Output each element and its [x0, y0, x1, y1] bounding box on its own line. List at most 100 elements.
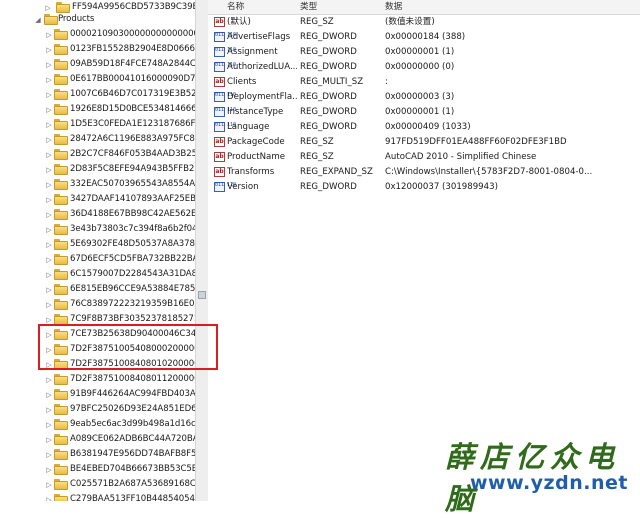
registry-value-row[interactable]: ab (默认) REG_SZ (数值未设置) [208, 15, 640, 30]
tree-item[interactable]: ▷ 28472A6C1196E883A975FC8B [0, 132, 195, 147]
expand-arrow-icon[interactable]: ▷ [45, 406, 53, 414]
folder-icon [54, 44, 68, 55]
column-header-name[interactable]: 名称 [227, 1, 244, 13]
tree-item[interactable]: ▷ 76C838972223219359B16E06 [0, 297, 195, 312]
tree-item[interactable]: ▷ 1007C6B46D7C017319E3B52C [0, 87, 195, 102]
tree-scrollbar[interactable] [195, 0, 208, 501]
folder-icon [54, 239, 68, 250]
value-name: AuthorizedLUA... [227, 62, 297, 72]
expand-arrow-icon[interactable]: ▷ [45, 301, 53, 309]
expand-arrow-icon[interactable]: ▷ [45, 241, 53, 249]
expand-arrow-icon[interactable]: ▷ [45, 286, 53, 294]
value-name: DeploymentFla... [227, 92, 297, 102]
registry-value-row[interactable]: 011 110 Version REG_DWORD 0x12000037 (30198… [208, 180, 640, 195]
tree-item-label: 0E617BB00041016000090D7 [70, 74, 195, 84]
registry-value-row[interactable]: 011 110 Assignment REG_DWORD 0x00000001 (1) [208, 45, 640, 60]
tree-item[interactable]: ▷ BE4EBED704B66673BB53C5BE [0, 462, 195, 477]
expand-arrow-icon[interactable]: ▷ [44, 4, 52, 12]
expand-arrow-icon[interactable]: ▷ [45, 181, 53, 189]
value-name: PackageCode [227, 137, 285, 147]
expand-arrow-icon[interactable]: ▷ [45, 496, 53, 501]
tree-item[interactable]: ▷ B6381947E956DD74BAFB8F57 [0, 447, 195, 462]
tree-item[interactable]: ▷ C279BAA513FF10B44854054C8 [0, 492, 195, 501]
expand-arrow-icon[interactable]: ▷ [45, 61, 53, 69]
expand-arrow-icon[interactable]: ▷ [45, 481, 53, 489]
expand-arrow-icon[interactable]: ▷ [45, 46, 53, 54]
tree-item-products[interactable]: ◢ Products [0, 12, 195, 27]
tree-item-label: 3427DAAF14107893AAF25EB6 [70, 194, 195, 204]
column-header-type[interactable]: 类型 [300, 1, 317, 13]
expand-arrow-icon[interactable]: ▷ [45, 121, 53, 129]
expand-arrow-icon[interactable]: ▷ [45, 151, 53, 159]
expand-arrow-icon[interactable]: ▷ [45, 31, 53, 39]
tree-item-label: 6E815EB96CCE9A53884E7857 [70, 284, 195, 294]
expand-arrow-icon[interactable]: ▷ [45, 106, 53, 114]
expand-arrow-icon[interactable]: ▷ [45, 271, 53, 279]
tree-item-label: 28472A6C1196E883A975FC8B [70, 134, 195, 144]
value-type: REG_DWORD [300, 62, 357, 72]
expand-arrow-icon[interactable]: ▷ [45, 166, 53, 174]
expand-arrow-icon[interactable]: ▷ [45, 421, 53, 429]
tree-item[interactable]: ▷ 97BFC25026D93E24A851ED66 [0, 402, 195, 417]
registry-value-row[interactable]: 011 110 AdvertiseFlags REG_DWORD 0x00000184… [208, 30, 640, 45]
registry-value-row[interactable]: ab ProductName REG_SZ AutoCAD 2010 - Simpli… [208, 150, 640, 165]
folder-icon [54, 299, 68, 310]
tree-item[interactable]: ▷ 09AB59D18F4FCE748A2844C1 [0, 57, 195, 72]
tree-item[interactable]: ▷ 3427DAAF14107893AAF25EB6 [0, 192, 195, 207]
column-header-data[interactable]: 数据 [385, 1, 402, 13]
tree-item[interactable]: ▷ 9eab5ec6ac3d99b498a1d16c1 [0, 417, 195, 432]
tree-item[interactable]: ▷ A089CE062ADB6BC44A720BA [0, 432, 195, 447]
expand-arrow-icon[interactable]: ▷ [45, 436, 53, 444]
expand-arrow-icon[interactable]: ▷ [45, 136, 53, 144]
registry-value-row[interactable]: 011 110 DeploymentFla... REG_DWORD 0x000000… [208, 90, 640, 105]
expand-arrow-icon[interactable]: ▷ [45, 451, 53, 459]
folder-icon [54, 269, 68, 280]
tree-item[interactable]: ▷ 3e43b73803c7c394f8a6b2f04 [0, 222, 195, 237]
registry-value-row[interactable]: 011 110 InstanceType REG_DWORD 0x00000001 (… [208, 105, 640, 120]
expand-arrow-icon[interactable]: ▷ [45, 466, 53, 474]
registry-value-row[interactable]: 011 110 AuthorizedLUA... REG_DWORD 0x000000… [208, 60, 640, 75]
string-value-icon: ab [214, 17, 225, 27]
tree-item[interactable]: ▷ 5E69302FE48D50537A8A3785 [0, 237, 195, 252]
expand-arrow-icon[interactable]: ▷ [45, 376, 53, 384]
tree-item[interactable]: ▷ 332EAC50703965543A8554A7 [0, 177, 195, 192]
registry-value-row[interactable]: 011 110 Language REG_DWORD 0x00000409 (1033… [208, 120, 640, 135]
expand-arrow-icon[interactable]: ▷ [45, 76, 53, 84]
registry-value-row[interactable]: ab Clients REG_MULTI_SZ: [208, 75, 640, 90]
scrollbar-thumb[interactable] [198, 291, 206, 299]
tree-item[interactable]: ▷ C025571B2A687A53689168CD [0, 477, 195, 492]
registry-key-tree: ▷ FF594A9956CBD5733B9C39E4E ◢ Products ▷… [0, 0, 195, 501]
tree-item[interactable]: ▷ 1D5E3C0FEDA1E123187686FE [0, 117, 195, 132]
folder-icon [54, 494, 68, 501]
expand-arrow-icon[interactable]: ▷ [45, 211, 53, 219]
folder-icon [54, 149, 68, 160]
tree-item[interactable]: ▷ 1926E8D15D0BCE5348146661 [0, 102, 195, 117]
registry-value-row[interactable]: ab Transforms REG_EXPAND_SZ C:\Windows\Inst… [208, 165, 640, 180]
tree-item[interactable]: ▷ 2B2C7CF846F053B4AAD3B250 [0, 147, 195, 162]
tree-item[interactable]: ▷ 91B9F446264AC994FBD403A0 [0, 387, 195, 402]
tree-item[interactable]: ▷ 6C1579007D2284543A31DA84 [0, 267, 195, 282]
tree-item[interactable]: ▷ 0123FB15528B2904E8D0666D9 [0, 42, 195, 57]
tree-item[interactable]: ▷ 6E815EB96CCE9A53884E7857 [0, 282, 195, 297]
value-data: 0x00000003 (3) [385, 92, 455, 102]
expand-arrow-icon[interactable]: ▷ [45, 391, 53, 399]
folder-icon [54, 89, 68, 100]
folder-icon [54, 449, 68, 460]
value-type: REG_SZ [300, 17, 334, 27]
tree-item-label: 2D83F5C8EFE94A943B5FFB23 [70, 164, 195, 174]
tree-item-label: 67D6ECF5CD5FBA732BB22BA [70, 254, 195, 264]
tree-item[interactable]: ▷ 36D4188E67BB98C42AE562E4 [0, 207, 195, 222]
expand-arrow-icon[interactable]: ▷ [45, 196, 53, 204]
tree-item-label: C025571B2A687A53689168CD [70, 479, 195, 489]
tree-item[interactable]: ▷ 67D6ECF5CD5FBA732BB22BA [0, 252, 195, 267]
tree-item[interactable]: ▷ 7D2F38751008408011200006 [0, 372, 195, 387]
expand-arrow-icon[interactable]: ▷ [45, 316, 53, 324]
expand-arrow-icon[interactable]: ▷ [45, 226, 53, 234]
tree-item[interactable]: ▷ 2D83F5C8EFE94A943B5FFB23 [0, 162, 195, 177]
collapse-arrow-icon[interactable]: ◢ [34, 16, 42, 24]
expand-arrow-icon[interactable]: ▷ [45, 91, 53, 99]
registry-value-row[interactable]: ab PackageCode REG_SZ 917FD519DFF01EA488FF6… [208, 135, 640, 150]
tree-item[interactable]: ▷ 00002109030000000000000000 [0, 27, 195, 42]
expand-arrow-icon[interactable]: ▷ [45, 256, 53, 264]
tree-item[interactable]: ▷ 0E617BB00041016000090D7 [0, 72, 195, 87]
